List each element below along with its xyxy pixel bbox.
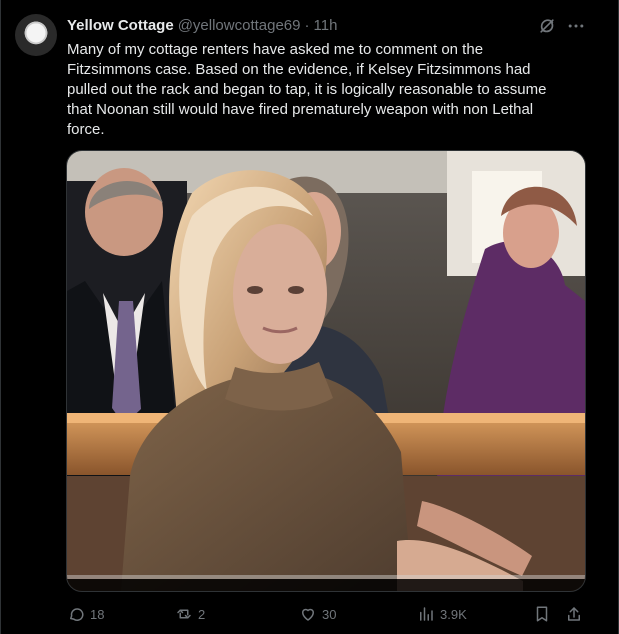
- bookmark-icon[interactable]: [533, 605, 551, 623]
- header-separator: ·: [304, 17, 310, 34]
- tweet-text: Many of my cottage renters have asked me…: [67, 41, 547, 138]
- repost-button[interactable]: 2: [175, 602, 205, 626]
- author-handle[interactable]: @yellowcottage69: [178, 16, 301, 36]
- tweet-header: Yellow Cottage @yellowcottage69 · 11h: [67, 15, 337, 37]
- reply-icon: [70, 608, 84, 621]
- avatar[interactable]: [15, 14, 57, 56]
- author-display-name[interactable]: Yellow Cottage: [67, 16, 174, 36]
- heart-icon: [302, 608, 314, 621]
- tweet-actions: 18 2 30 3.9K: [67, 602, 587, 626]
- tweet-card[interactable]: Yellow Cottage @yellowcottage69 · 11h Ma…: [0, 0, 619, 634]
- like-button[interactable]: 30: [299, 602, 336, 626]
- reply-button[interactable]: 18: [67, 602, 104, 626]
- more-icon[interactable]: [566, 16, 586, 36]
- repost-icon: [177, 609, 191, 619]
- courtroom-photo: [67, 151, 585, 591]
- share-icon[interactable]: [565, 605, 583, 623]
- views-icon: [420, 607, 433, 621]
- like-count: 30: [322, 606, 337, 622]
- grok-icon[interactable]: [537, 16, 557, 36]
- views-button[interactable]: 3.9K: [417, 602, 467, 626]
- reply-count: 18: [90, 606, 105, 622]
- views-count: 3.9K: [440, 606, 467, 622]
- repost-count: 2: [198, 606, 206, 622]
- tweet-timestamp[interactable]: 11h: [314, 16, 338, 36]
- tweet-media-photo[interactable]: [66, 150, 586, 592]
